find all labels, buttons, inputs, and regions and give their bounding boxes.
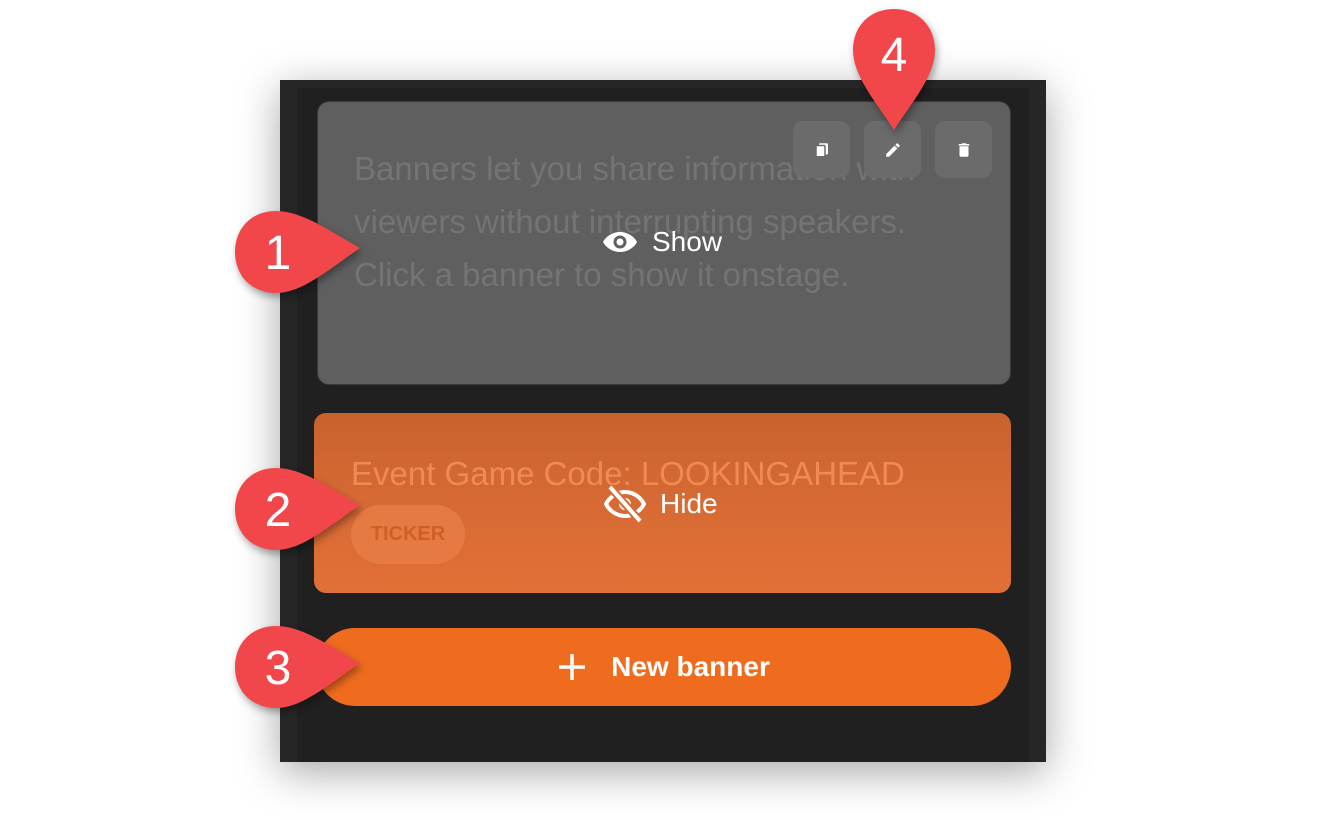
delete-button[interactable] bbox=[935, 121, 992, 178]
new-banner-button[interactable]: New banner bbox=[316, 628, 1011, 706]
callout-number-4: 4 bbox=[880, 29, 908, 82]
ticker-badge: TICKER bbox=[351, 505, 465, 564]
plus-icon bbox=[559, 654, 586, 680]
trash-icon bbox=[958, 142, 969, 157]
pencil-icon bbox=[885, 142, 900, 157]
hide-overlay[interactable]: Hide bbox=[604, 485, 718, 523]
duplicate-button[interactable] bbox=[793, 121, 850, 178]
callout-number-2: 2 bbox=[264, 484, 292, 537]
show-label: Show bbox=[652, 226, 723, 257]
banner-card-info[interactable]: Banners let you share information with v… bbox=[317, 101, 1011, 385]
banner-card-ticker[interactable]: Event Game Code: LOOKINGAHEAD TICKER Hid… bbox=[314, 413, 1011, 593]
eye-icon bbox=[603, 232, 637, 252]
new-banner-label: New banner bbox=[611, 651, 770, 682]
copy-icon bbox=[814, 142, 828, 157]
callout-number-3: 3 bbox=[264, 642, 292, 695]
stage: Banners let you share information with v… bbox=[0, 0, 1338, 820]
show-overlay[interactable]: Show bbox=[602, 226, 722, 258]
hide-label: Hide bbox=[660, 488, 718, 519]
eye-slash-icon bbox=[604, 485, 646, 523]
callout-number-1: 1 bbox=[264, 227, 292, 280]
